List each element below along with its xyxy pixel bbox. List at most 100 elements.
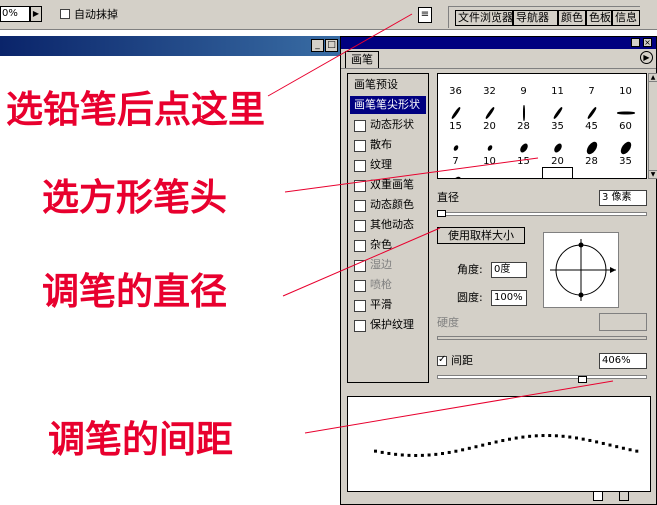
brush-setting-label: 画笔预设 (354, 78, 398, 91)
brush-setting-checkbox[interactable] (354, 140, 366, 152)
auto-erase-checkbox[interactable] (60, 9, 70, 19)
brush-preset-cell[interactable]: 35 (610, 132, 641, 167)
stroke-dot (514, 436, 518, 440)
brush-preset-grid: 3632911710152028354560710152028354560123… (437, 73, 647, 179)
brush-preset-cell[interactable]: 15 (440, 97, 471, 132)
brush-preset-cell[interactable]: 11 (542, 74, 573, 97)
stroke-dot (420, 453, 424, 457)
brush-size-label: 20 (551, 156, 564, 167)
stroke-dot (474, 445, 478, 449)
palette-menu-arrow-icon[interactable]: ▶ (640, 51, 653, 64)
brush-setting-item[interactable]: 动态形状 (350, 116, 426, 134)
brush-preset-cell[interactable]: 3 (576, 167, 607, 178)
brush-preset-cell[interactable]: 20 (542, 132, 573, 167)
brush-setting-checkbox[interactable] (354, 160, 366, 172)
tab-info[interactable]: 信息 (612, 10, 640, 26)
minimize-icon[interactable]: _ (311, 39, 324, 52)
brush-preset-cell[interactable]: 4 (610, 167, 641, 178)
brush-setting-checkbox[interactable] (354, 240, 366, 252)
brush-setting-item[interactable]: 动态颜色 (350, 196, 426, 214)
trash-icon[interactable] (619, 491, 629, 501)
angle-field[interactable]: 0度 (491, 262, 527, 278)
tab-file-browser[interactable]: 文件浏览器 (455, 10, 513, 26)
brush-preset-cell[interactable]: 28 (508, 97, 539, 132)
brush-preset-cell[interactable]: 9 (508, 74, 539, 97)
brush-angle-preview[interactable] (543, 232, 619, 308)
brush-preset-cell[interactable]: 35 (542, 97, 573, 132)
brush-setting-item[interactable]: 其他动态 (350, 216, 426, 234)
brush-preset-cell[interactable]: 10 (610, 74, 641, 97)
tab-brushes[interactable]: 画笔 (345, 51, 379, 68)
brush-setting-item[interactable]: 画笔笔尖形状 (350, 96, 426, 114)
brush-setting-checkbox[interactable] (354, 120, 366, 132)
brush-setting-item[interactable]: 平滑 (350, 296, 426, 314)
palette-minimize-icon[interactable] (631, 38, 640, 47)
stroke-dot (628, 448, 632, 452)
spacing-slider-thumb[interactable] (577, 376, 587, 383)
zoom-field[interactable]: 0% (0, 6, 30, 22)
brush-tip-icon (584, 140, 599, 157)
brush-preset-cell[interactable]: 36 (440, 74, 471, 97)
brush-preset-cell[interactable]: 45 (440, 167, 471, 178)
brush-setting-checkbox[interactable] (354, 300, 366, 312)
brush-setting-item[interactable]: 双重画笔 (350, 176, 426, 194)
brush-preset-cell[interactable]: 45 (576, 97, 607, 132)
brush-preset-cell[interactable]: 28 (576, 132, 607, 167)
brush-preset-cell[interactable]: 32 (474, 74, 505, 97)
brush-size-label: 60 (619, 121, 632, 132)
diameter-slider[interactable] (437, 212, 647, 216)
palette-well-icon[interactable]: ≡ (418, 7, 432, 23)
roundness-field[interactable]: 100% (491, 290, 527, 306)
annotation-diameter: 调笔的直径 (42, 270, 227, 313)
brush-preset-cell[interactable]: 15 (508, 132, 539, 167)
brush-setting-item[interactable]: 湿边 (350, 256, 426, 274)
stroke-dot (595, 440, 599, 444)
brush-preset-cell[interactable]: 60 (474, 167, 505, 178)
brush-setting-checkbox[interactable] (354, 200, 366, 212)
stroke-dot (528, 434, 532, 438)
scroll-down-icon[interactable]: ▼ (649, 170, 657, 178)
document-title-bar[interactable]: _ □ (0, 36, 345, 56)
brush-setting-item[interactable]: 散布 (350, 136, 426, 154)
spacing-field[interactable]: 406% (599, 353, 647, 369)
stroke-dot (414, 453, 418, 457)
brush-setting-item[interactable]: 画笔预设 (350, 76, 426, 94)
brush-setting-checkbox[interactable] (354, 180, 366, 192)
brush-setting-checkbox[interactable] (354, 220, 366, 232)
brush-setting-checkbox[interactable] (354, 260, 366, 272)
palette-title-bar[interactable]: × (341, 37, 656, 49)
brush-preset-cell[interactable]: 2 (542, 167, 573, 178)
brush-preset-cell[interactable]: 20 (474, 97, 505, 132)
brush-preset-cell[interactable]: 10 (474, 132, 505, 167)
brush-setting-item[interactable]: 保护纹理 (350, 316, 426, 334)
maximize-icon[interactable]: □ (325, 39, 338, 52)
diameter-slider-thumb[interactable] (437, 210, 446, 217)
brush-setting-item[interactable]: 喷枪 (350, 276, 426, 294)
tab-color[interactable]: 颜色 (558, 10, 586, 26)
stroke-dot (427, 453, 431, 457)
brush-setting-checkbox[interactable] (354, 320, 366, 332)
tab-navigator[interactable]: 导航器 (513, 10, 558, 26)
use-sample-size-button[interactable]: 使用取样大小 (437, 227, 525, 244)
brush-preset-cell[interactable]: 7 (576, 74, 607, 97)
brush-preset-cell[interactable]: 60 (610, 97, 641, 132)
zoom-dropdown-arrow-icon[interactable]: ▶ (30, 6, 42, 22)
stroke-dot (635, 449, 639, 453)
tab-swatches[interactable]: 色板 (586, 10, 612, 26)
brush-tip-icon (450, 106, 461, 120)
brush-setting-item[interactable]: 杂色 (350, 236, 426, 254)
brush-preset-cell[interactable]: 7 (440, 132, 471, 167)
new-brush-icon[interactable] (593, 491, 603, 501)
spacing-slider[interactable] (437, 375, 647, 379)
brush-setting-item[interactable]: 纹理 (350, 156, 426, 174)
brush-size-label: 15 (517, 156, 530, 167)
spacing-checkbox[interactable] (437, 354, 447, 366)
palette-close-icon[interactable]: × (643, 38, 652, 47)
brush-size-label: 10 (483, 156, 496, 167)
diameter-field[interactable]: 3 像素 (599, 190, 647, 206)
brush-size-label: 35 (619, 156, 632, 167)
brush-setting-checkbox[interactable] (354, 280, 366, 292)
preset-scrollbar[interactable]: ▲ ▼ (648, 73, 657, 179)
brush-preset-cell[interactable]: 1 (508, 167, 539, 178)
scroll-up-icon[interactable]: ▲ (649, 74, 657, 82)
